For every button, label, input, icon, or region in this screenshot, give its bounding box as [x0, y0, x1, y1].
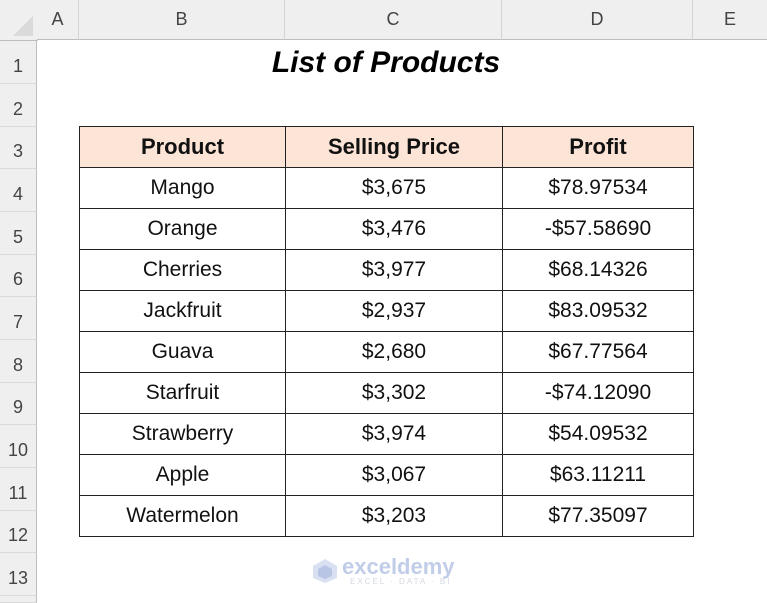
exceldemy-watermark: exceldemy EXCEL · DATA · BI [312, 556, 455, 586]
table-row: Strawberry $3,974 $54.09532 [79, 413, 694, 455]
column-header-e[interactable]: E [693, 0, 767, 40]
row-header-7[interactable]: 7 [0, 297, 37, 340]
cell-product[interactable]: Strawberry [79, 413, 286, 455]
column-header-b[interactable]: B [79, 0, 285, 40]
cell-product[interactable]: Starfruit [79, 372, 286, 414]
column-header-d[interactable]: D [502, 0, 693, 40]
row-header-13[interactable]: 13 [0, 553, 37, 596]
row-header-12[interactable]: 12 [0, 511, 37, 553]
cell-profit[interactable]: $67.77564 [502, 331, 694, 373]
watermark-name: exceldemy [342, 554, 455, 579]
cell-selling-price[interactable]: $3,302 [285, 372, 503, 414]
sheet-title[interactable]: List of Products [79, 41, 693, 84]
cell-profit[interactable]: $77.35097 [502, 495, 694, 537]
table-row: Starfruit $3,302 -$74.12090 [79, 372, 694, 414]
row-header-9[interactable]: 9 [0, 383, 37, 425]
cell-profit[interactable]: -$57.58690 [502, 208, 694, 250]
cell-product[interactable]: Cherries [79, 249, 286, 291]
header-profit[interactable]: Profit [502, 126, 694, 168]
header-selling-price[interactable]: Selling Price [285, 126, 503, 168]
table-row: Jackfruit $2,937 $83.09532 [79, 290, 694, 332]
select-all-corner[interactable] [0, 0, 38, 41]
row-header-8[interactable]: 8 [0, 340, 37, 383]
row-header-2[interactable]: 2 [0, 84, 37, 127]
cell-product[interactable]: Mango [79, 167, 286, 209]
cell-selling-price[interactable]: $2,937 [285, 290, 503, 332]
table-row: Apple $3,067 $63.11211 [79, 454, 694, 496]
row-header-5[interactable]: 5 [0, 212, 37, 255]
products-table: Product Selling Price Profit Mango $3,675… [79, 126, 694, 537]
row-header-6[interactable]: 6 [0, 255, 37, 297]
cell-product[interactable]: Jackfruit [79, 290, 286, 332]
column-header-a[interactable]: A [37, 0, 79, 40]
cell-profit[interactable]: $63.11211 [502, 454, 694, 496]
cell-product[interactable]: Apple [79, 454, 286, 496]
cell-selling-price[interactable]: $3,067 [285, 454, 503, 496]
select-all-triangle-icon [13, 16, 33, 36]
exceldemy-logo-icon [312, 558, 338, 584]
table-header-row: Product Selling Price Profit [79, 126, 694, 168]
row-header-10[interactable]: 10 [0, 425, 37, 468]
watermark-tagline: EXCEL · DATA · BI [350, 577, 452, 586]
row-header-14-partial[interactable] [0, 596, 37, 603]
cell-profit[interactable]: $78.97534 [502, 167, 694, 209]
column-header-c[interactable]: C [285, 0, 502, 40]
row-header-1[interactable]: 1 [0, 41, 37, 84]
row-header-11[interactable]: 11 [0, 468, 37, 511]
cell-product[interactable]: Watermelon [79, 495, 286, 537]
cell-profit[interactable]: $68.14326 [502, 249, 694, 291]
cell-profit[interactable]: $54.09532 [502, 413, 694, 455]
cell-selling-price[interactable]: $3,203 [285, 495, 503, 537]
cell-selling-price[interactable]: $3,977 [285, 249, 503, 291]
table-row: Cherries $3,977 $68.14326 [79, 249, 694, 291]
header-product[interactable]: Product [79, 126, 286, 168]
table-row: Watermelon $3,203 $77.35097 [79, 495, 694, 537]
row-header-3[interactable]: 3 [0, 127, 37, 169]
cell-selling-price[interactable]: $3,974 [285, 413, 503, 455]
cell-profit[interactable]: -$74.12090 [502, 372, 694, 414]
cell-selling-price[interactable]: $2,680 [285, 331, 503, 373]
cell-profit[interactable]: $83.09532 [502, 290, 694, 332]
cell-product[interactable]: Guava [79, 331, 286, 373]
row-header-4[interactable]: 4 [0, 169, 37, 212]
table-row: Guava $2,680 $67.77564 [79, 331, 694, 373]
cell-product[interactable]: Orange [79, 208, 286, 250]
cell-selling-price[interactable]: $3,476 [285, 208, 503, 250]
table-row: Mango $3,675 $78.97534 [79, 167, 694, 209]
cell-selling-price[interactable]: $3,675 [285, 167, 503, 209]
table-row: Orange $3,476 -$57.58690 [79, 208, 694, 250]
